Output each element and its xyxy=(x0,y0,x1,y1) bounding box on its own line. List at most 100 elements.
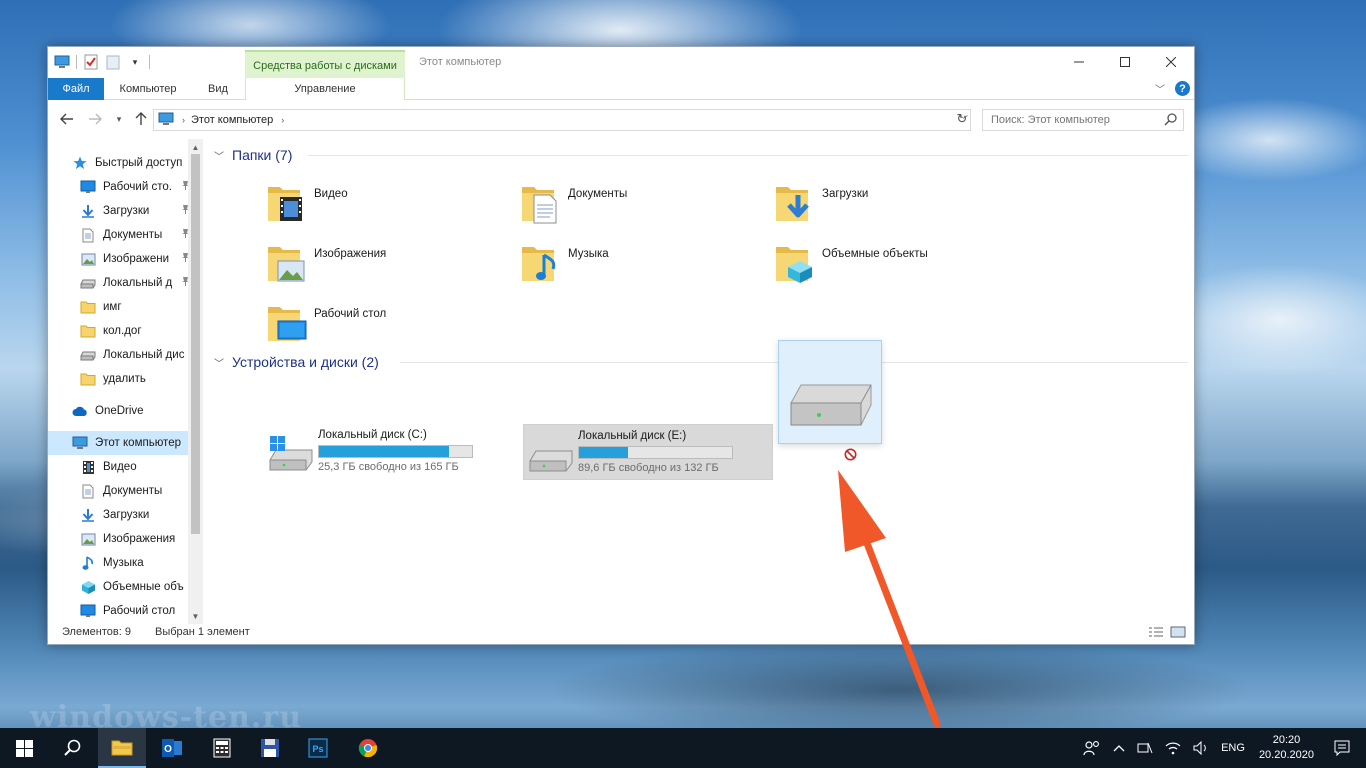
view-switcher xyxy=(1148,626,1186,641)
computer-icon[interactable] xyxy=(54,54,70,70)
breadcrumb[interactable]: Этот компьютер xyxy=(191,114,273,126)
drive-c[interactable]: Локальный диск (C:) 25,3 ГБ свободно из 1… xyxy=(264,424,514,480)
music-folder[interactable]: Музыка xyxy=(518,233,768,293)
sidebar-item[interactable]: Рабочий сто. xyxy=(48,175,192,199)
notifications-icon[interactable] xyxy=(1334,740,1350,756)
window-controls xyxy=(1056,47,1194,77)
sidebar-item[interactable]: удалить xyxy=(48,367,192,391)
search-button[interactable] xyxy=(48,728,96,768)
folder-icon xyxy=(774,241,818,285)
calculator-icon xyxy=(213,738,231,758)
tab-manage[interactable]: Управление xyxy=(245,78,405,100)
tab-file[interactable]: Файл xyxy=(48,78,104,100)
outlook-icon: O xyxy=(162,739,182,757)
minimize-button[interactable] xyxy=(1056,47,1102,77)
documents-folder[interactable]: Документы xyxy=(518,173,768,233)
devices-group-header[interactable]: ﹀ Устройства и диски (2) xyxy=(214,352,379,372)
pictures-folder[interactable]: Изображения xyxy=(264,233,514,293)
taskbar-outlook[interactable]: O xyxy=(148,728,196,768)
address-input[interactable]: › Этот компьютер › ﹀ xyxy=(153,109,971,131)
sidebar-item[interactable]: Локальный дис xyxy=(48,343,192,367)
language-indicator[interactable]: ENG xyxy=(1221,742,1245,754)
new-folder-icon[interactable] xyxy=(105,54,121,70)
close-button[interactable] xyxy=(1148,47,1194,77)
sidebar-item[interactable]: Видео xyxy=(48,455,192,479)
sidebar-item[interactable]: Музыка xyxy=(48,551,192,575)
volume-icon[interactable] xyxy=(1193,741,1209,755)
taskbar-explorer[interactable] xyxy=(98,728,146,768)
details-view-icon[interactable] xyxy=(1148,626,1164,641)
sidebar-item[interactable]: имг xyxy=(48,295,192,319)
sidebar-item-label: Загрузки xyxy=(103,205,150,217)
photoshop-icon: Ps xyxy=(308,738,328,758)
folder-icon xyxy=(520,181,564,225)
search-input[interactable] xyxy=(983,110,1153,130)
sidebar-item[interactable]: Изображения xyxy=(48,527,192,551)
large-icons-view-icon[interactable] xyxy=(1170,626,1186,641)
svg-text:O: O xyxy=(164,744,172,755)
scroll-down-icon[interactable]: ▼ xyxy=(189,609,202,623)
properties-icon[interactable] xyxy=(83,54,99,70)
forward-icon[interactable] xyxy=(86,110,104,128)
sidebar-item[interactable]: Загрузки xyxy=(48,503,192,527)
back-icon[interactable] xyxy=(58,110,76,128)
3d-objects-folder[interactable]: Объемные объекты xyxy=(772,233,1022,293)
expand-ribbon-icon[interactable]: ﹀ xyxy=(1155,81,1165,96)
taskbar-calculator[interactable] xyxy=(198,728,246,768)
drive-free-space: 25,3 ГБ свободно из 165 ГБ xyxy=(318,461,459,473)
scrollbar-thumb[interactable] xyxy=(191,154,200,534)
taskbar-chrome[interactable] xyxy=(344,728,392,768)
ribbon-tabs: Файл Компьютер Вид Управление xyxy=(48,78,1194,100)
chevron-up-icon[interactable] xyxy=(1113,744,1125,752)
sidebar-item[interactable]: Объемные объ xyxy=(48,575,192,599)
customize-toolbar-icon[interactable]: ▾ xyxy=(127,54,143,70)
desktop-icon xyxy=(80,179,96,195)
scroll-up-icon[interactable]: ▲ xyxy=(189,140,202,154)
recent-locations-icon[interactable]: ▾ xyxy=(110,110,128,128)
sidebar-item[interactable]: Локальный д xyxy=(48,271,192,295)
drive-usage-bar xyxy=(318,445,473,458)
drive-e[interactable]: Локальный диск (E:) 89,6 ГБ свободно из 1… xyxy=(523,424,773,480)
sidebar-item[interactable]: кол.дог xyxy=(48,319,192,343)
sidebar-item[interactable]: Этот компьютер xyxy=(48,431,192,455)
up-icon[interactable] xyxy=(132,110,150,128)
sidebar-item[interactable]: Документы xyxy=(48,479,192,503)
music-icon xyxy=(80,555,96,571)
sidebar-item[interactable]: Документы xyxy=(48,223,192,247)
sidebar-item-label: Локальный дис xyxy=(103,349,185,361)
network-icon[interactable] xyxy=(1137,741,1153,755)
pictures-icon xyxy=(80,251,96,267)
sidebar-item[interactable]: Рабочий стол xyxy=(48,599,192,623)
folder-icon xyxy=(111,740,133,756)
wifi-icon[interactable] xyxy=(1165,741,1181,755)
taskbar-save-app[interactable] xyxy=(246,728,294,768)
video-folder[interactable]: Видео xyxy=(264,173,514,233)
folders-group-header[interactable]: ﹀ Папки (7) xyxy=(214,145,292,165)
chevron-down-icon[interactable]: ﹀ xyxy=(214,355,224,370)
refresh-icon[interactable]: ↻ xyxy=(953,110,971,128)
folder-label: Загрузки xyxy=(822,188,869,200)
taskbar-photoshop[interactable]: Ps xyxy=(294,728,342,768)
status-bar: Элементов: 9 Выбран 1 элемент xyxy=(48,622,1194,644)
start-button[interactable] xyxy=(0,728,48,768)
drive-usage-fill xyxy=(319,446,449,457)
folder-icon xyxy=(80,299,96,315)
tab-computer[interactable]: Компьютер xyxy=(108,78,188,100)
download-icon xyxy=(80,203,96,219)
tab-view[interactable]: Вид xyxy=(198,78,238,100)
people-icon[interactable] xyxy=(1083,740,1101,756)
sidebar-item[interactable]: Быстрый доступ xyxy=(48,151,192,175)
help-icon[interactable]: ? xyxy=(1175,81,1190,96)
sidebar-item[interactable]: Загрузки xyxy=(48,199,192,223)
chevron-down-icon[interactable]: ﹀ xyxy=(214,148,224,163)
sidebar-item[interactable]: OneDrive xyxy=(48,399,192,423)
chevron-right-icon[interactable]: › xyxy=(182,115,185,125)
maximize-button[interactable] xyxy=(1102,47,1148,77)
sidebar-item[interactable]: Изображени xyxy=(48,247,192,271)
desktop-folder[interactable]: Рабочий стол xyxy=(264,293,514,353)
downloads-folder[interactable]: Загрузки xyxy=(772,173,1022,233)
search-field[interactable] xyxy=(982,109,1184,131)
folder-icon xyxy=(80,323,96,339)
clock[interactable]: 20:20 20.20.2020 xyxy=(1259,733,1314,763)
chevron-right-icon[interactable]: › xyxy=(281,115,284,125)
